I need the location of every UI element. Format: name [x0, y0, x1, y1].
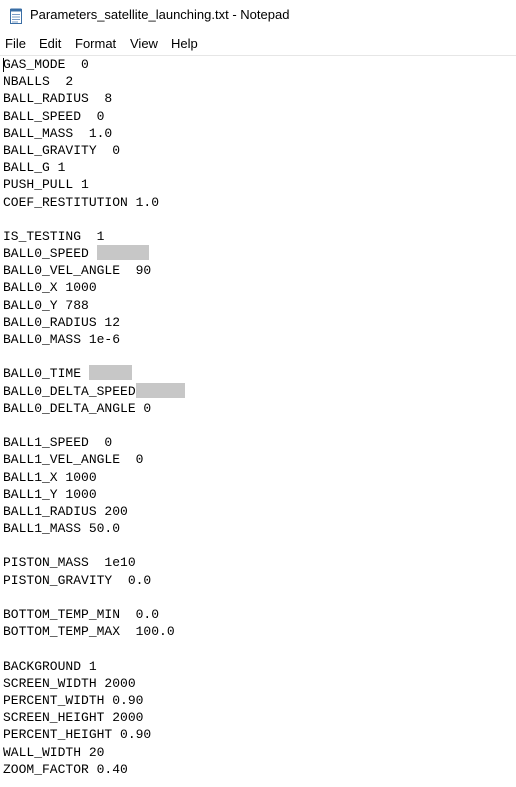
text-line: PISTON_GRAVITY 0.0 — [3, 572, 513, 589]
text-line: BALL1_Y 1000 — [3, 486, 513, 503]
text-line: GAS_MODE 0 — [3, 56, 513, 73]
text-line: NBALLS 2 — [3, 73, 513, 90]
menu-format[interactable]: Format — [75, 36, 116, 51]
text-line: PERCENT_HEIGHT 0.90 — [3, 726, 513, 743]
text-line — [3, 640, 513, 657]
line-text: BALL0_TIME — [3, 366, 89, 382]
line-text: BALL0_X 1000 — [3, 280, 97, 296]
text-line: BALL1_X 1000 — [3, 469, 513, 486]
notepad-window: Parameters_satellite_launching.txt - Not… — [0, 0, 516, 787]
text-line: BALL1_MASS 50.0 — [3, 520, 513, 537]
line-text: BALL1_X 1000 — [3, 469, 97, 485]
text-line: BALL_SPEED 0 — [3, 108, 513, 125]
line-text: BALL1_MASS 50.0 — [3, 521, 121, 537]
text-lines: GAS_MODE 0 NBALLS 2 BALL_RADIUS 8 BALL_SPEE… — [3, 56, 513, 778]
text-line: BALL0_DELTA_ANGLE 0 — [3, 400, 513, 417]
text-line: BALL0_DELTA_SPEED — [3, 382, 513, 400]
line-text: WALL_WIDTH 20 — [3, 744, 105, 760]
line-text: BALL0_DELTA_ANGLE 0 — [3, 400, 152, 416]
text-line — [3, 589, 513, 606]
line-text: BACKGROUND 1 — [3, 658, 97, 674]
text-line: BALL0_TIME — [3, 365, 513, 382]
text-line — [3, 417, 513, 434]
line-text: SCREEN_WIDTH 2000 — [3, 675, 136, 691]
line-text: COEF_RESTITUTION 1.0 — [3, 194, 160, 210]
redacted-value — [96, 245, 149, 261]
text-editor[interactable]: GAS_MODE 0 NBALLS 2 BALL_RADIUS 8 BALL_SPEE… — [0, 56, 516, 787]
text-line: BALL0_VEL_ANGLE 90 — [3, 262, 513, 279]
line-text: BALL1_Y 1000 — [3, 486, 97, 502]
text-line: BALL0_SPEED — [3, 245, 513, 262]
line-text: BALL_G 1 — [3, 160, 66, 176]
text-line: SCREEN_WIDTH 2000 — [3, 675, 513, 692]
text-line: BOTTOM_TEMP_MIN 0.0 — [3, 606, 513, 623]
line-text: IS_TESTING 1 — [3, 228, 105, 244]
text-line: BALL0_Y 788 — [3, 297, 513, 314]
line-text: BALL1_SPEED 0 — [3, 435, 113, 451]
line-text: BALL_SPEED 0 — [3, 108, 105, 124]
text-line: COEF_RESTITUTION 1.0 — [3, 194, 513, 211]
text-line: BALL0_MASS 1e-6 — [3, 331, 513, 348]
menu-file[interactable]: File — [5, 36, 26, 51]
line-text: BALL0_SPEED — [3, 246, 97, 262]
line-text: SCREEN_HEIGHT 2000 — [3, 710, 144, 726]
text-line — [3, 211, 513, 228]
text-line: IS_TESTING 1 — [3, 228, 513, 245]
text-line: BALL_G 1 — [3, 159, 513, 176]
line-text: PISTON_GRAVITY 0.0 — [3, 572, 152, 588]
text-line: BALL_MASS 1.0 — [3, 125, 513, 142]
window-title: Parameters_satellite_launching.txt - Not… — [30, 7, 290, 22]
line-text: BALL0_VEL_ANGLE 90 — [3, 263, 152, 279]
line-text: ZOOM_FACTOR 0.40 — [3, 761, 128, 777]
text-line: BALL0_X 1000 — [3, 279, 513, 296]
text-line: BALL1_VEL_ANGLE 0 — [3, 451, 513, 468]
menu-view[interactable]: View — [130, 36, 158, 51]
text-line: BALL0_RADIUS 12 — [3, 314, 513, 331]
text-caret — [3, 58, 4, 72]
text-line: BALL_GRAVITY 0 — [3, 142, 513, 159]
line-text: BALL_MASS 1.0 — [3, 125, 113, 141]
text-line: WALL_WIDTH 20 — [3, 744, 513, 761]
text-line: PUSH_PULL 1 — [3, 176, 513, 193]
menu-bar: File Edit Format View Help — [0, 33, 516, 54]
text-line: ZOOM_FACTOR 0.40 — [3, 761, 513, 778]
line-text: BOTTOM_TEMP_MAX 100.0 — [3, 624, 175, 640]
title-bar: Parameters_satellite_launching.txt - Not… — [0, 0, 516, 32]
menu-help[interactable]: Help — [171, 36, 198, 51]
line-text: BALL0_MASS 1e-6 — [3, 332, 121, 347]
text-line: BALL1_SPEED 0 — [3, 434, 513, 451]
line-text: BALL_GRAVITY 0 — [3, 142, 121, 158]
line-text: BOTTOM_TEMP_MIN 0.0 — [3, 607, 160, 622]
line-text: BALL1_RADIUS 200 — [3, 503, 128, 519]
line-text: BALL0_DELTA_SPEED — [3, 383, 136, 399]
line-text: BALL_RADIUS 8 — [3, 91, 113, 107]
text-line: BALL1_RADIUS 200 — [3, 503, 513, 520]
redacted-value — [88, 365, 132, 381]
line-text: PERCENT_WIDTH 0.90 — [3, 692, 144, 708]
line-text: BALL1_VEL_ANGLE 0 — [3, 452, 144, 468]
text-line: BOTTOM_TEMP_MAX 100.0 — [3, 623, 513, 640]
text-line: PISTON_MASS 1e10 — [3, 554, 513, 571]
text-line: SCREEN_HEIGHT 2000 — [3, 709, 513, 726]
line-text: NBALLS 2 — [3, 74, 74, 90]
notepad-icon — [10, 8, 22, 24]
line-text: PISTON_MASS 1e10 — [3, 555, 136, 571]
text-line: BACKGROUND 1 — [3, 658, 513, 675]
text-line: BALL_RADIUS 8 — [3, 90, 513, 107]
line-text: PERCENT_HEIGHT 0.90 — [3, 727, 152, 743]
line-text: PUSH_PULL 1 — [3, 177, 89, 193]
text-line — [3, 537, 513, 554]
text-line: PERCENT_WIDTH 0.90 — [3, 692, 513, 709]
redacted-value — [135, 382, 185, 398]
line-text: BALL0_Y 788 — [3, 297, 89, 313]
line-text: BALL0_RADIUS 12 — [3, 314, 121, 330]
text-line — [3, 348, 513, 365]
line-text: GAS_MODE 0 — [3, 57, 89, 72]
menu-edit[interactable]: Edit — [39, 36, 61, 51]
